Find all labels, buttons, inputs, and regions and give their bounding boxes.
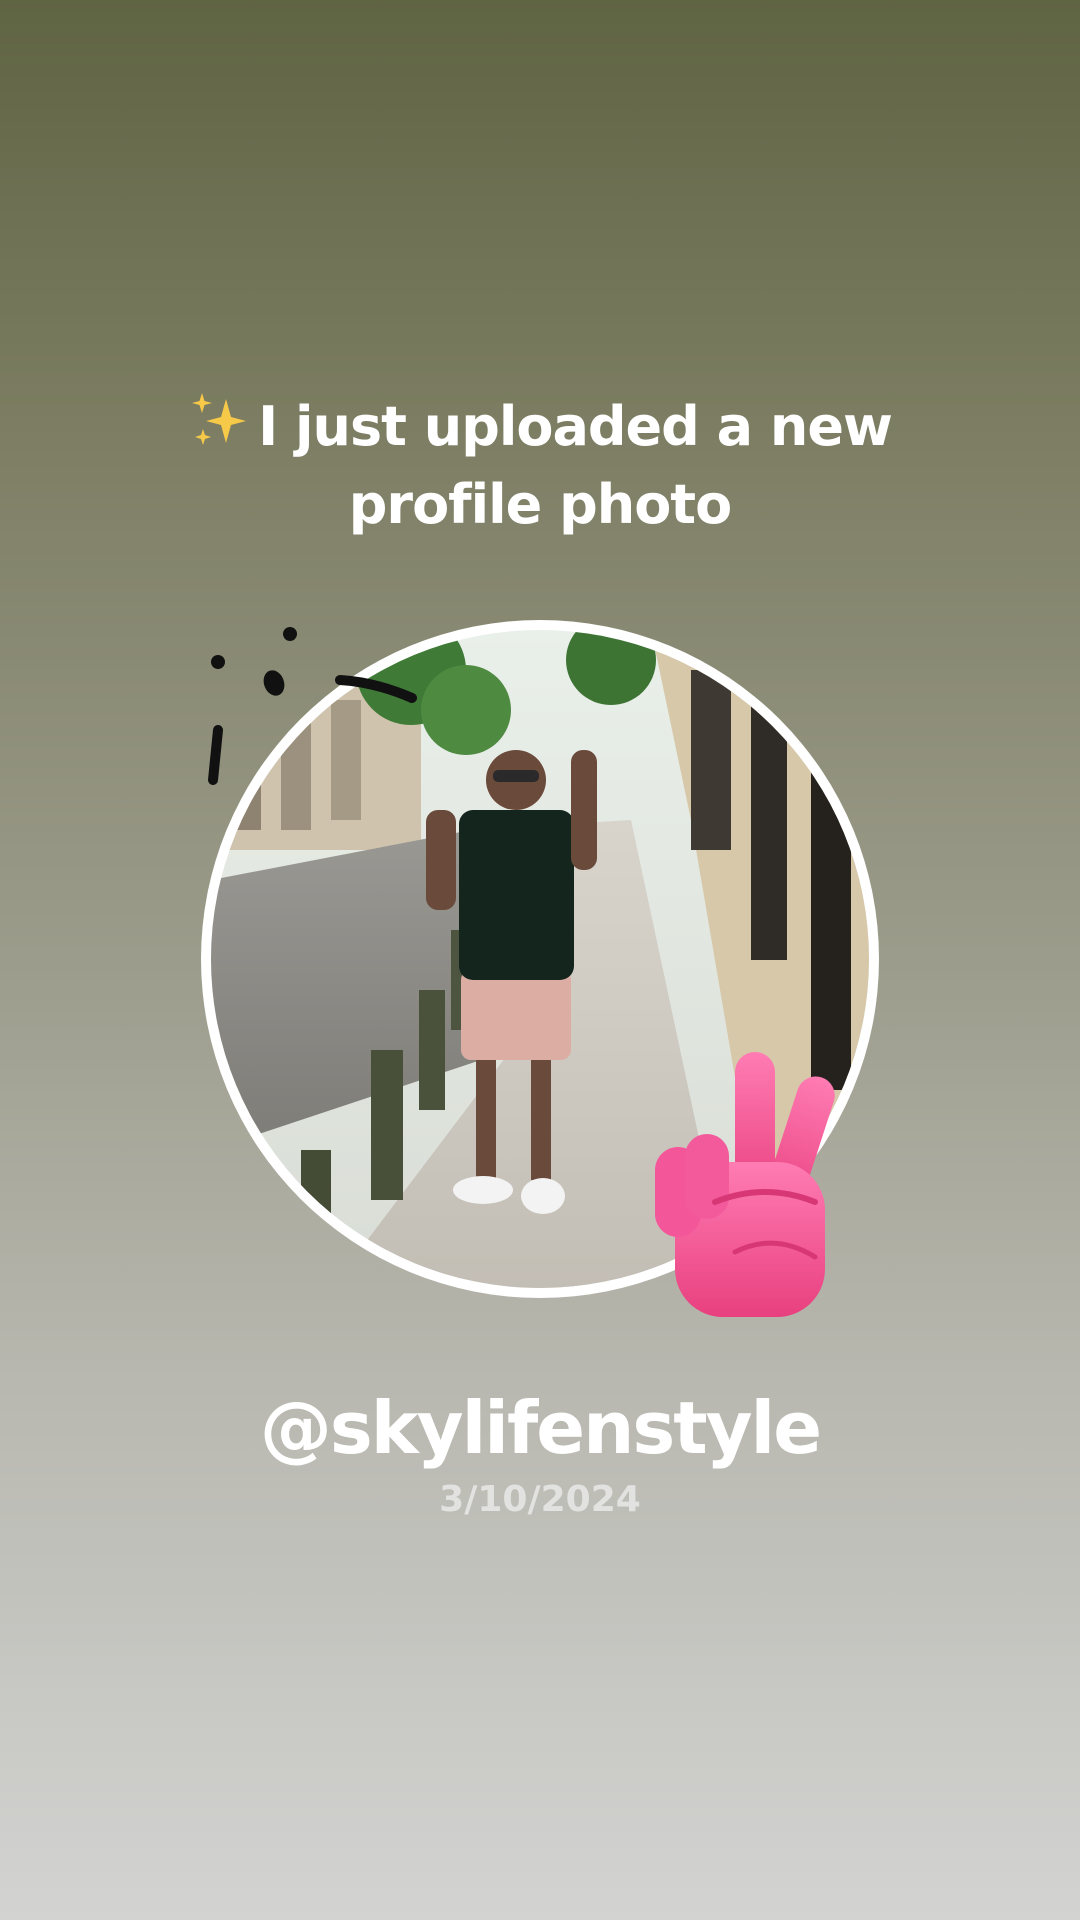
headline-line-2: profile photo xyxy=(348,473,732,536)
username[interactable]: @skylifenstyle xyxy=(0,1380,1080,1476)
sparkles-icon xyxy=(192,393,247,445)
story-headline: I just uploaded a new profile photo xyxy=(0,388,1080,544)
headline-line-1: I just uploaded a new xyxy=(0,388,1080,466)
doodle-sticker xyxy=(208,627,417,785)
headline-text-1: I just uploaded a new xyxy=(258,395,893,458)
post-date: 3/10/2024 xyxy=(439,1479,641,1520)
peace-hand-icon xyxy=(655,1052,835,1317)
